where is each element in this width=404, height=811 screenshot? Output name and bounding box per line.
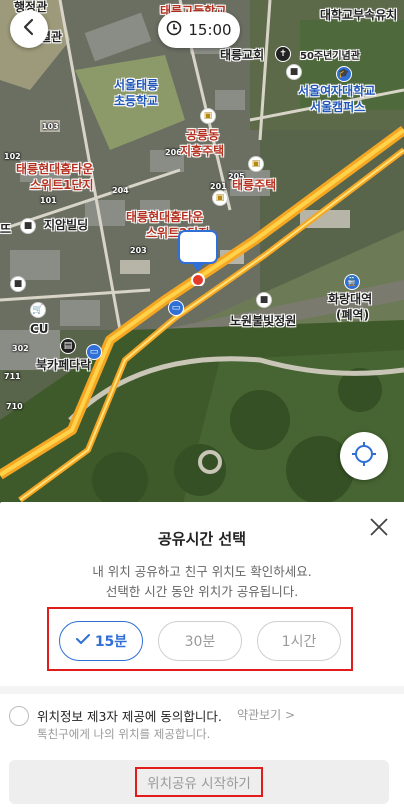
building-number: 103	[42, 122, 59, 131]
check-icon	[75, 633, 91, 649]
map-label: 뜨	[0, 222, 12, 236]
building-number: 710	[6, 402, 23, 411]
time-value: 15:00	[188, 21, 232, 39]
section-divider	[0, 686, 404, 694]
map-label: 서울여자대학교	[298, 84, 376, 98]
back-button[interactable]	[10, 10, 48, 48]
start-sharing-button[interactable]: 위치공유 시작하기	[9, 760, 389, 804]
time-options: 15분 30분 1시간	[47, 607, 353, 671]
map-label: 태릉교회	[220, 48, 265, 62]
poi-book-icon[interactable]: ▤	[60, 338, 76, 354]
share-time-indicator[interactable]: 15:00	[158, 12, 240, 48]
map-label: CU	[30, 322, 49, 336]
map-label: (폐역)	[336, 308, 370, 322]
consent-subtitle: 톡친구에게 나의 위치를 제공합니다.	[37, 727, 211, 741]
building-number: 302	[12, 344, 29, 353]
my-location-button[interactable]	[340, 432, 388, 480]
terms-link[interactable]: 약관보기 >	[237, 706, 295, 723]
building-number: 711	[4, 372, 21, 381]
map-label: 노원불빛정원	[230, 314, 297, 328]
option-label: 30분	[184, 634, 216, 650]
map-label: 50주년기념관	[300, 51, 360, 62]
consent-row[interactable]: 위치정보 제3자 제공에 동의합니다. 약관보기 > 톡친구에게 나의 위치를 …	[0, 698, 404, 750]
map-label: 지암빌딩	[44, 218, 89, 232]
poi-church-icon[interactable]: ✝	[275, 46, 291, 62]
consent-title: 위치정보 제3자 제공에 동의합니다.	[37, 709, 222, 724]
map-label: 서울캠퍼스	[310, 100, 366, 114]
building-number: 102	[4, 152, 21, 161]
building-number: 203	[130, 246, 147, 255]
poi-bus-icon[interactable]: ▭	[168, 300, 184, 316]
option-label: 1시간	[281, 634, 317, 650]
option-1hour[interactable]: 1시간	[257, 621, 341, 661]
poi-office-icon[interactable]: ▣	[212, 190, 228, 206]
option-label: 15분	[94, 634, 128, 650]
map-label: 태릉현대홈타운	[126, 210, 204, 224]
map-label: 스위트1단지	[30, 178, 94, 192]
my-location-marker[interactable]	[178, 230, 218, 287]
map-label: 태릉현대홈타운	[16, 162, 94, 176]
building-number: 204	[112, 186, 129, 195]
map-label: 화랑대역	[328, 292, 373, 306]
map-label: 태릉주택	[232, 178, 277, 192]
poi-train-icon[interactable]: 🚆	[344, 274, 360, 290]
poi-school-icon[interactable]: 🎓	[336, 66, 352, 82]
map-label: 서울태릉	[114, 78, 159, 92]
poi-building-icon[interactable]: ■	[10, 276, 26, 292]
poi-store-icon[interactable]: 🛒	[30, 302, 46, 318]
map-view[interactable]: 103 102 101 206 204 205 201 203 302 711 …	[0, 0, 404, 515]
poi-office-icon[interactable]: ▣	[248, 156, 264, 172]
chevron-left-icon	[22, 18, 36, 40]
description-line: 선택한 시간 동안 위치가 공유됩니다.	[105, 584, 299, 599]
poi-building-icon[interactable]: ■	[20, 218, 36, 234]
clock-icon	[166, 20, 182, 40]
poi-bus-icon[interactable]: ▭	[86, 344, 102, 360]
map-label: 대학교부속유치	[320, 8, 398, 22]
sheet-title: 공유시간 선택	[157, 530, 247, 548]
poi-building-icon[interactable]: ■	[256, 292, 272, 308]
map-label: 북카페다락	[36, 358, 92, 372]
start-sharing-label: 위치공유 시작하기	[135, 767, 263, 797]
consent-radio[interactable]	[9, 706, 29, 726]
share-time-sheet: 공유시간 선택 내 위치 공유하고 친구 위치도 확인하세요. 선택한 시간 동…	[0, 502, 404, 811]
poi-building-icon[interactable]: ■	[286, 64, 302, 80]
option-30min[interactable]: 30분	[158, 621, 242, 661]
building-number: 101	[40, 196, 57, 205]
poi-office-icon[interactable]: ▣	[200, 108, 216, 124]
description-line: 내 위치 공유하고 친구 위치도 확인하세요.	[92, 564, 312, 579]
option-15min[interactable]: 15분	[59, 621, 143, 661]
sheet-description: 내 위치 공유하고 친구 위치도 확인하세요. 선택한 시간 동안 위치가 공유…	[0, 562, 404, 602]
map-label: 지흥주택	[180, 144, 225, 158]
crosshair-icon	[351, 441, 377, 471]
map-label: 공릉동	[186, 128, 220, 142]
map-label: 초등학교	[114, 94, 159, 108]
